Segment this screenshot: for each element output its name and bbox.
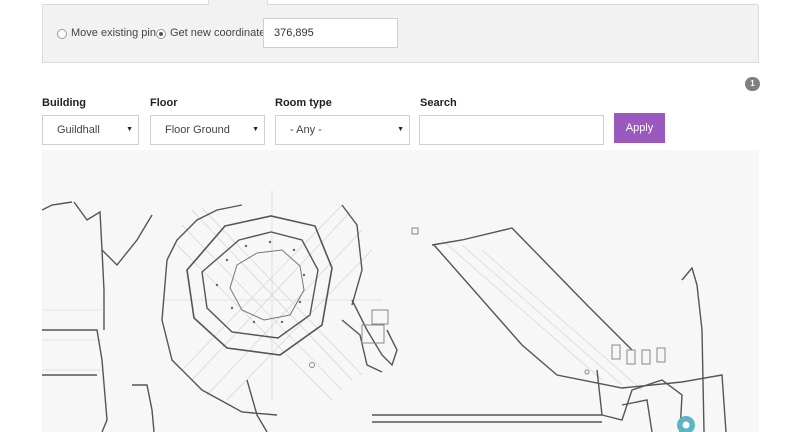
result-count-badge: 1	[745, 77, 760, 91]
floor-plan-hatching	[42, 190, 643, 401]
floor-plan-map[interactable]	[42, 150, 759, 432]
move-pin-radio[interactable]	[57, 29, 67, 39]
floor-label: Floor	[150, 97, 178, 109]
caret-down-icon: ▼	[397, 126, 404, 133]
building-select-value: Guildhall	[57, 124, 100, 136]
floor-select-value: Floor Ground	[165, 124, 230, 136]
search-input[interactable]	[419, 115, 604, 145]
room-type-select[interactable]: - Any - ▼	[275, 115, 410, 145]
coordinates-input[interactable]: 376,895	[263, 18, 398, 48]
building-label: Building	[42, 97, 86, 109]
caret-down-icon: ▼	[252, 126, 259, 133]
floor-plan-drawing	[42, 190, 727, 432]
move-pin-label[interactable]: Move existing pin	[71, 27, 156, 39]
coordinate-panel: Move existing pin Get new coordinates 37…	[42, 5, 759, 63]
apply-button[interactable]: Apply	[614, 113, 665, 143]
map-pin-icon[interactable]	[677, 416, 695, 432]
new-coordinates-label[interactable]: Get new coordinates	[170, 27, 271, 39]
search-label: Search	[420, 97, 457, 109]
new-coordinates-radio[interactable]	[156, 29, 166, 39]
floor-plan-details	[309, 227, 666, 375]
room-type-label: Room type	[275, 97, 332, 109]
floor-select[interactable]: Floor Ground ▼	[150, 115, 265, 145]
building-select[interactable]: Guildhall ▼	[42, 115, 139, 145]
caret-down-icon: ▼	[126, 126, 133, 133]
floor-plan-walls	[42, 201, 727, 432]
room-type-select-value: - Any -	[290, 124, 322, 136]
